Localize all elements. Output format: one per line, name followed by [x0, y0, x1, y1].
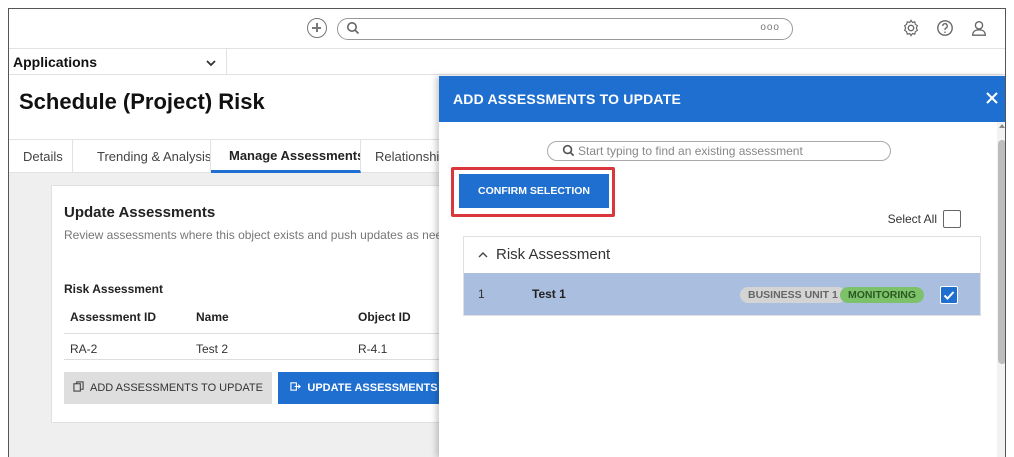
gear-icon[interactable] — [901, 18, 921, 38]
update-assessments-button[interactable]: UPDATE ASSESSMENTS — [278, 372, 450, 404]
page-title: Schedule (Project) Risk — [19, 89, 265, 114]
plus-circle-icon[interactable] — [307, 18, 327, 38]
top-icons — [901, 18, 989, 38]
select-all-label: Select All — [887, 212, 937, 226]
push-icon — [290, 381, 302, 395]
app-window: ooo Applications Schedule (Project) Risk… — [8, 8, 1006, 457]
search-icon — [346, 21, 360, 40]
add-assessments-label: ADD ASSESSMENTS TO UPDATE — [90, 382, 263, 394]
panel-scrollbar[interactable] — [997, 122, 1005, 457]
chevron-down-icon — [206, 54, 216, 70]
row-number: 1 — [478, 287, 485, 301]
card-title: Update Assessments — [64, 204, 216, 221]
tab-relationships[interactable]: Relationshi — [361, 140, 449, 173]
select-all[interactable]: Select All — [888, 210, 961, 228]
scroll-up-icon[interactable] — [999, 124, 1005, 128]
select-all-checkbox[interactable] — [943, 210, 961, 228]
chevron-up-icon — [478, 246, 488, 263]
confirm-selection-button[interactable]: CONFIRM SELECTION — [459, 174, 609, 208]
assessment-search — [547, 141, 891, 161]
add-assessments-panel: ADD ASSESSMENTS TO UPDATE CONFIRM SELECT… — [439, 76, 1005, 457]
panel-header: ADD ASSESSMENTS TO UPDATE — [439, 76, 1005, 122]
applications-bar: Applications — [9, 49, 1005, 75]
column-header: Name — [196, 310, 229, 324]
help-icon[interactable] — [935, 18, 955, 38]
table-header: Assessment ID Name Object ID — [64, 304, 450, 334]
panel-title: ADD ASSESSMENTS TO UPDATE — [453, 91, 681, 107]
applications-label: Applications — [13, 54, 98, 70]
tab-manage-assessments[interactable]: Manage Assessments — [211, 140, 361, 173]
row-checkbox[interactable] — [940, 286, 958, 304]
status-badge: MONITORING — [840, 287, 925, 303]
add-assessments-button[interactable]: ADD ASSESSMENTS TO UPDATE — [64, 372, 272, 404]
name-cell: Test 2 — [196, 342, 229, 356]
section-title: Risk Assessment — [64, 282, 163, 296]
business-unit-badge: BUSINESS UNIT 1 — [740, 287, 846, 303]
tab-trending-analysis[interactable]: Trending & Analysis — [73, 140, 211, 173]
assessment-id-cell: RA-2 — [70, 342, 98, 356]
object-id-cell: R-4.1 — [358, 342, 388, 356]
copy-icon — [73, 381, 84, 395]
user-icon[interactable] — [969, 18, 989, 38]
column-header: Assessment ID — [70, 310, 157, 324]
top-bar: ooo — [9, 9, 1005, 49]
global-search[interactable]: ooo — [337, 18, 793, 40]
group-header[interactable]: Risk Assessment — [464, 237, 980, 271]
close-icon[interactable] — [983, 89, 1001, 107]
group-name: Risk Assessment — [496, 245, 611, 263]
update-assessments-label: UPDATE ASSESSMENTS — [307, 382, 438, 394]
more-options-icon[interactable]: ooo — [760, 22, 780, 33]
column-header: Object ID — [358, 310, 411, 324]
scroll-thumb[interactable] — [998, 140, 1005, 364]
table-row[interactable]: RA-2 Test 2 R-4.1 — [64, 338, 450, 360]
assessment-group: Risk Assessment 1 Test 1 BUSINESS UNIT 1… — [463, 236, 981, 316]
content-area: Update Assessments Review assessments wh… — [9, 173, 456, 457]
applications-dropdown[interactable]: Applications — [9, 49, 227, 75]
tab-details[interactable]: Details — [9, 140, 73, 173]
search-icon — [562, 144, 575, 162]
update-assessments-card: Update Assessments Review assessments wh… — [51, 185, 456, 423]
tab-bar: Details Trending & Analysis Manage Asses… — [9, 139, 449, 173]
result-row[interactable]: 1 Test 1 BUSINESS UNIT 1 MONITORING — [464, 273, 980, 315]
card-description: Review assessments where this object exi… — [64, 228, 456, 242]
row-name: Test 1 — [532, 287, 566, 301]
check-icon — [943, 291, 955, 300]
assessment-search-input[interactable] — [578, 142, 878, 160]
